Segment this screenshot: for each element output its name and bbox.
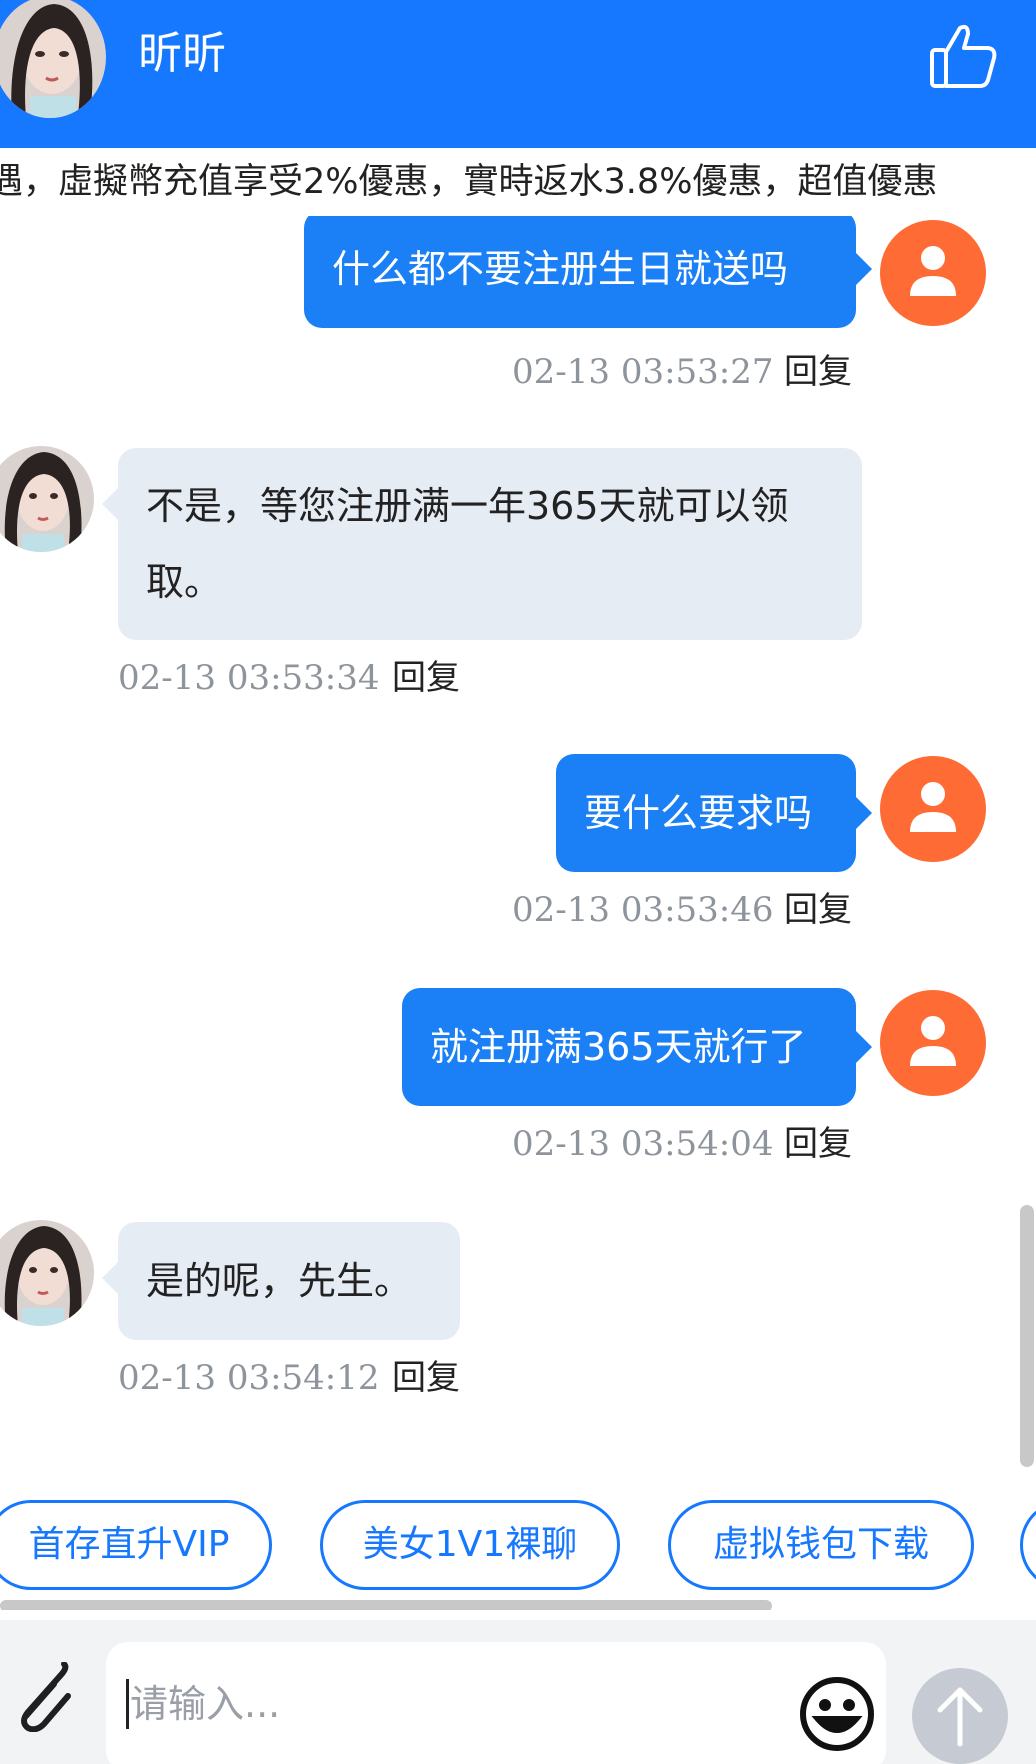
agent-avatar-header [0,0,106,118]
reply-link[interactable]: 回复 [784,888,852,932]
marquee-text: 遇，虛擬幣充值享受2%優惠，實時返水3.8%優惠，超值優惠 [0,162,938,202]
message-bubble-user: 什么都不要注册生日就送吗 [304,216,872,328]
chat-header: 昕昕 [0,0,1036,148]
message-bubble-agent: 是的呢，先生。 [102,1222,460,1340]
user-icon [910,1016,956,1066]
arrow-up-icon [937,1687,983,1747]
quick-button-more[interactable] [1020,1500,1036,1590]
message-time: 02-13 03:53:27 [512,352,774,392]
smiley-icon[interactable] [798,1675,876,1753]
quick-button-wallet[interactable]: 虚拟钱包下载 [668,1500,974,1590]
user-icon [910,782,956,832]
message-time: 02-13 03:54:12 [118,1358,380,1398]
message-bubble-user: 要什么要求吗 [556,754,872,872]
quick-button-vip[interactable]: 首存直升VIP [0,1500,272,1590]
user-avatar [880,990,986,1096]
reply-link[interactable]: 回复 [784,1122,852,1166]
message-time: 02-13 03:54:04 [512,1124,774,1164]
announcement-marquee: 遇，虛擬幣充值享受2%優惠，實時返水3.8%優惠，超值優惠 [0,148,1036,216]
chat-scrollbar[interactable] [1020,1205,1034,1467]
message-time: 02-13 03:53:34 [118,658,380,698]
send-button[interactable] [912,1668,1008,1764]
thumbs-up-icon[interactable] [926,18,1002,94]
chat-messages[interactable]: 什么都不要注册生日就送吗 02-13 03:53:27 回复 不是，等您注册满一… [0,216,1036,1470]
agent-avatar [0,1220,94,1326]
header-title: 昕昕 [138,28,226,79]
reply-link[interactable]: 回复 [392,656,460,700]
paperclip-icon[interactable] [8,1661,72,1733]
quick-reply-bar[interactable]: 首存直升VIP 美女1V1裸聊 虚拟钱包下载 [0,1470,1036,1610]
message-time: 02-13 03:53:46 [512,890,774,930]
input-bar: 请输入... [0,1620,1036,1764]
user-avatar [880,756,986,862]
quick-button-chat[interactable]: 美女1V1裸聊 [320,1500,620,1590]
reply-link[interactable]: 回复 [392,1356,460,1400]
message-bubble-agent: 不是，等您注册满一年365天就可以领取。 [102,448,862,640]
input-placeholder: 请输入... [130,1682,281,1726]
user-avatar [880,220,986,326]
message-bubble-user: 就注册满365天就行了 [402,988,872,1106]
text-caret [126,1679,129,1729]
quick-bar-scrollbar[interactable] [0,1600,772,1610]
user-icon [910,246,956,296]
reply-link[interactable]: 回复 [784,350,852,394]
agent-avatar [0,446,94,552]
message-input[interactable]: 请输入... [106,1642,886,1764]
